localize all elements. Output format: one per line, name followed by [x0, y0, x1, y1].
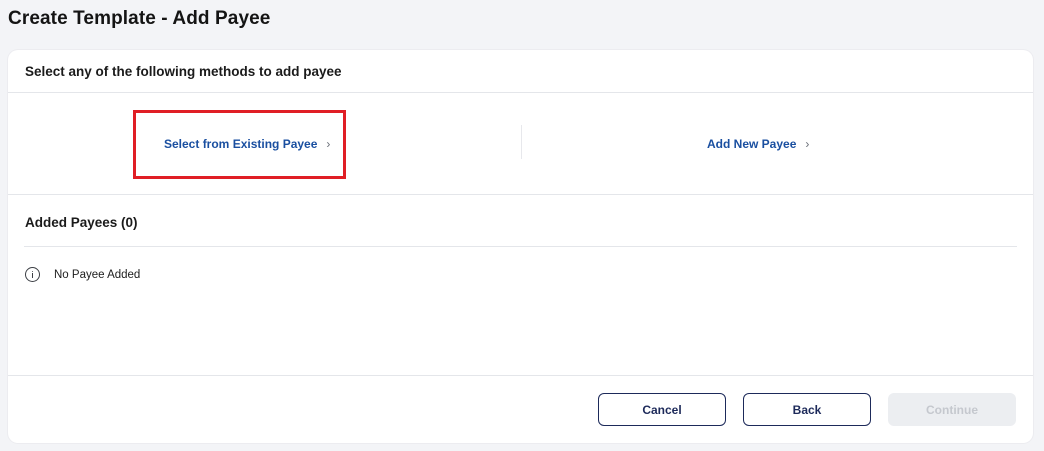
page-title: Create Template - Add Payee [8, 8, 271, 29]
card-footer: Cancel Back Continue [8, 375, 1033, 444]
empty-state: No Payee Added [25, 267, 140, 282]
continue-button[interactable]: Continue [888, 393, 1016, 426]
chevron-right-icon: › [326, 137, 331, 151]
back-button[interactable]: Back [743, 393, 871, 426]
chevron-right-icon: › [805, 137, 810, 151]
methods-divider [521, 125, 522, 159]
select-existing-payee-link[interactable]: Select from Existing Payee › [164, 137, 330, 151]
add-new-payee-link[interactable]: Add New Payee › [707, 137, 809, 151]
methods-row: Select from Existing Payee › Add New Paye… [8, 93, 1033, 195]
add-payee-card: Select any of the following methods to a… [8, 50, 1033, 443]
cancel-button[interactable]: Cancel [598, 393, 726, 426]
added-payees-divider [24, 246, 1017, 247]
added-payees-heading: Added Payees (0) [25, 215, 138, 230]
empty-state-message: No Payee Added [54, 268, 141, 281]
methods-heading: Select any of the following methods to a… [25, 64, 342, 79]
add-new-payee-label: Add New Payee [707, 137, 797, 151]
card-header: Select any of the following methods to a… [8, 50, 1033, 93]
info-icon [25, 267, 40, 282]
select-existing-payee-label: Select from Existing Payee [164, 137, 318, 151]
